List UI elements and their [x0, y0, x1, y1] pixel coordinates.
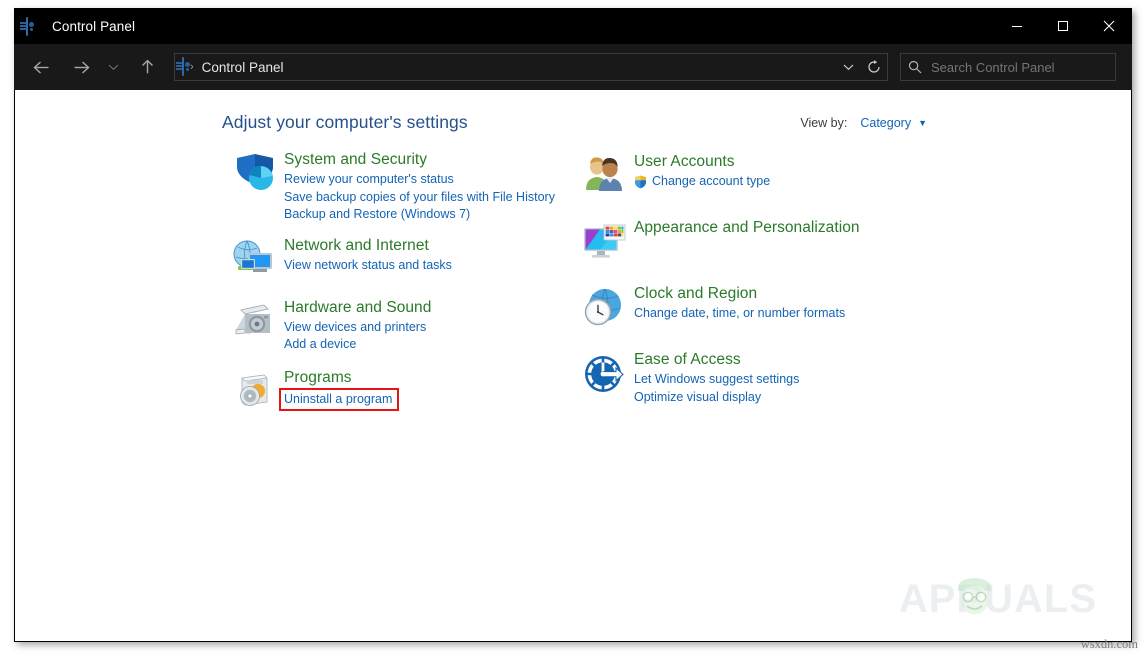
view-by-label: View by: — [800, 116, 847, 130]
view-by-control: View by: Category ▼ — [800, 116, 927, 130]
breadcrumb-separator: › — [190, 61, 194, 73]
control-panel-icon — [26, 18, 42, 34]
category-link-uninstall-a-program[interactable]: Uninstall a program — [281, 390, 397, 410]
search-input[interactable] — [929, 59, 1103, 76]
printer-hardware-icon — [230, 298, 278, 346]
recent-locations-icon[interactable] — [104, 54, 122, 80]
refresh-icon[interactable] — [861, 54, 887, 80]
network-globe-icon — [230, 236, 278, 284]
appearance-monitor-icon — [580, 218, 628, 266]
clock-region-icon — [580, 284, 628, 332]
close-button[interactable] — [1086, 8, 1132, 44]
watermark: APPUALS — [899, 579, 1097, 619]
category-title[interactable]: Appearance and Personalization — [634, 218, 922, 237]
title-bar: Control Panel — [14, 8, 1132, 44]
caption-buttons — [994, 8, 1132, 44]
navigation-toolbar: › Control Panel — [14, 44, 1132, 90]
address-bar-actions — [835, 54, 887, 80]
category-clock-and-region[interactable]: Clock and Region Change date, time, or n… — [572, 284, 922, 334]
category-title[interactable]: Ease of Access — [634, 350, 922, 369]
site-tag: wsxdn.com — [1081, 637, 1138, 652]
ease-of-access-icon — [580, 350, 628, 398]
screen: Control Panel — [0, 0, 1146, 655]
page-title: Adjust your computer's settings — [222, 112, 468, 133]
category-ease-of-access[interactable]: Ease of Access Let Windows suggest setti… — [572, 350, 922, 406]
view-by-value[interactable]: Category — [860, 116, 911, 130]
watermark-text: APPUALS — [899, 579, 1097, 619]
category-link[interactable]: View network status and tasks — [284, 257, 562, 275]
category-title[interactable]: Programs — [284, 368, 562, 387]
category-link[interactable]: Save backup copies of your files with Fi… — [284, 189, 562, 207]
category-link[interactable]: Backup and Restore (Windows 7) — [284, 206, 562, 224]
category-title[interactable]: System and Security — [284, 150, 562, 169]
category-title[interactable]: Hardware and Sound — [284, 298, 562, 317]
category-link[interactable]: Change account type — [634, 173, 922, 191]
category-hardware-and-sound[interactable]: Hardware and Sound View devices and prin… — [222, 298, 562, 354]
category-programs[interactable]: Programs Uninstall a program — [222, 368, 562, 418]
up-arrow-icon[interactable] — [134, 54, 160, 80]
back-arrow-icon[interactable] — [28, 54, 54, 80]
category-link[interactable]: Change date, time, or number formats — [634, 305, 922, 323]
category-appearance-and-personalization[interactable]: Appearance and Personalization — [572, 218, 922, 268]
control-panel-icon — [182, 58, 184, 76]
category-title[interactable]: Network and Internet — [284, 236, 562, 255]
user-accounts-icon — [580, 152, 628, 200]
category-column-right: User Accounts Change account type — [572, 152, 922, 422]
category-title[interactable]: Clock and Region — [634, 284, 922, 303]
breadcrumb[interactable]: Control Panel — [202, 60, 284, 75]
search-icon — [901, 60, 929, 74]
minimize-button[interactable] — [994, 8, 1040, 44]
programs-cd-icon — [230, 368, 278, 416]
content-area: Adjust your computer's settings View by:… — [15, 90, 1131, 641]
watermark-face-icon — [952, 573, 998, 621]
forward-arrow-icon[interactable] — [68, 54, 94, 80]
maximize-button[interactable] — [1040, 8, 1086, 44]
category-title[interactable]: User Accounts — [634, 152, 922, 171]
category-link-label: Change account type — [652, 174, 770, 188]
category-column-left: System and Security Review your computer… — [222, 150, 562, 434]
category-link[interactable]: Optimize visual display — [634, 389, 922, 407]
category-link[interactable]: Review your computer's status — [284, 171, 562, 189]
uac-shield-icon — [634, 175, 647, 189]
chevron-down-icon[interactable] — [835, 54, 861, 80]
address-bar[interactable]: › Control Panel — [174, 53, 888, 81]
chevron-down-icon[interactable]: ▼ — [918, 119, 927, 128]
control-panel-window: Control Panel — [14, 8, 1132, 642]
category-link[interactable]: View devices and printers — [284, 319, 562, 337]
category-network-and-internet[interactable]: Network and Internet View network status… — [222, 236, 562, 286]
category-link[interactable]: Add a device — [284, 336, 562, 354]
shield-security-icon — [230, 150, 278, 198]
category-user-accounts[interactable]: User Accounts Change account type — [572, 152, 922, 202]
window-title: Control Panel — [52, 19, 135, 34]
category-link[interactable]: Let Windows suggest settings — [634, 371, 922, 389]
search-box[interactable] — [900, 53, 1116, 81]
category-system-and-security[interactable]: System and Security Review your computer… — [222, 150, 562, 224]
